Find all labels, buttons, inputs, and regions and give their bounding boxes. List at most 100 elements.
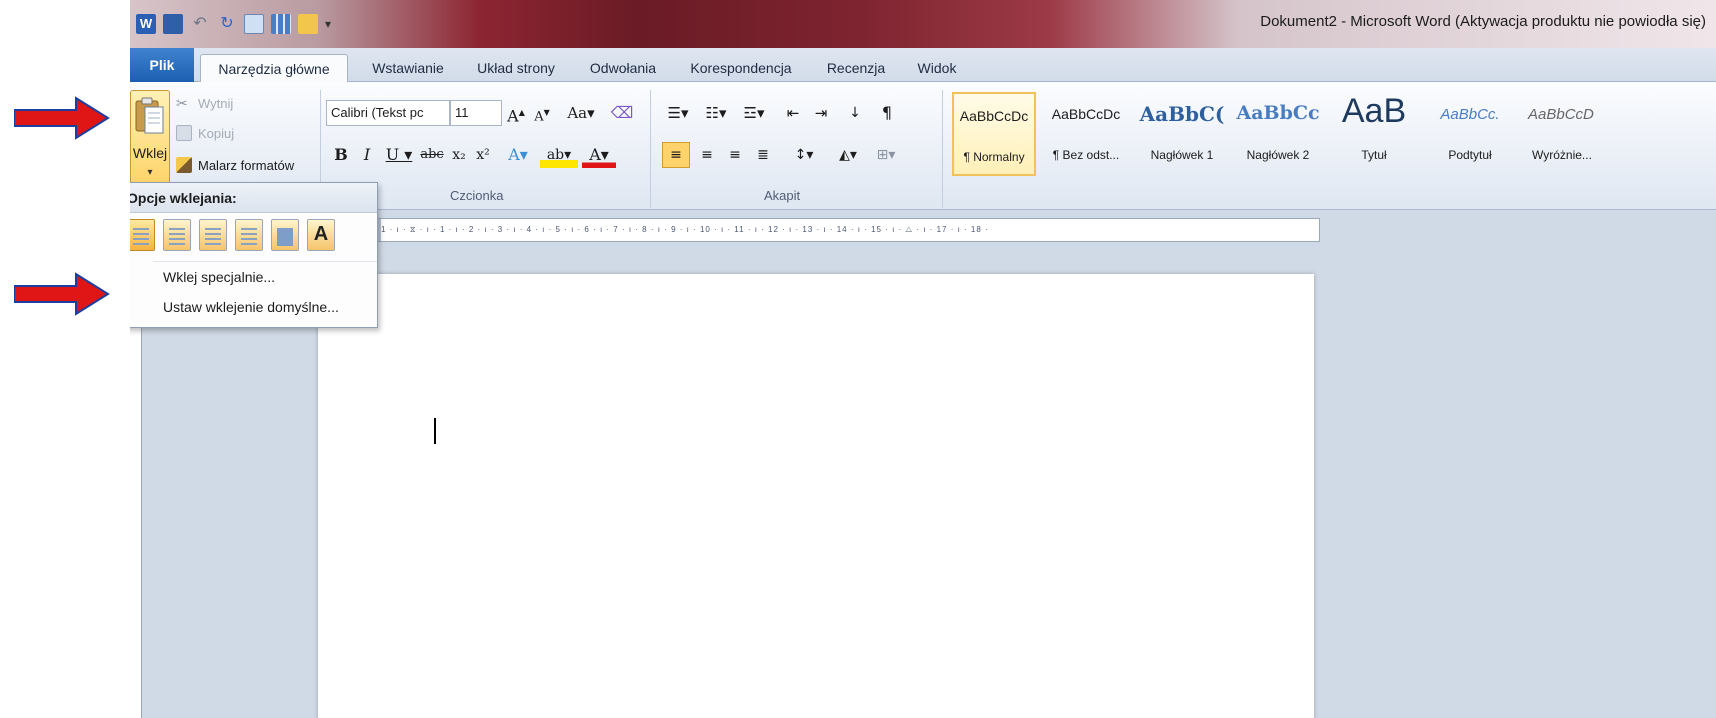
save-icon[interactable] [163,14,183,34]
style-preview: AaB [1341,92,1407,130]
style-name: Nagłówek 2 [1246,148,1310,162]
tab-insert[interactable]: Wstawianie [358,54,458,82]
redo-icon[interactable]: ↻ [217,14,237,34]
text-effects-icon[interactable]: A▾ [502,142,534,168]
set-default-paste-item[interactable]: Ustaw wklejenie domyślne... [163,299,339,315]
multilevel-list-icon[interactable]: ☲▾ [736,100,772,126]
style-preview: AaBbCc [1236,102,1320,124]
group-separator [650,90,651,208]
style-emphasis[interactable]: AaBbCcD Wyróżnie... [1520,92,1716,176]
screenshot-root: W ↶ ↻ ▾ Dokument2 - Microsoft Word (Akty… [0,0,1716,718]
paste-label: Wklej [132,145,168,161]
format-painter-button[interactable]: Malarz formatów [176,154,294,176]
tab-references[interactable]: Odwołania [578,54,668,82]
cut-button[interactable]: ✂ Wytnij [176,92,233,114]
vertical-ruler[interactable] [130,308,142,718]
paste-options-menu: Opcje wklejania: A Wklej specjalnie... U… [130,182,378,328]
open-folder-icon[interactable] [298,14,318,34]
brush-icon [176,157,192,173]
show-formatting-icon[interactable]: ¶ [874,100,900,126]
ribbon-tabs: Plik Narzędzia główne Wstawianie Układ s… [130,48,1716,83]
font-size-box[interactable]: 11 [450,100,502,126]
keep-source-formatting-icon[interactable] [130,219,155,251]
style-name: Tytuł [1361,148,1387,162]
bold-icon[interactable]: B [330,142,352,168]
quick-access-toolbar: W ↶ ↻ ▾ [136,6,335,42]
chevron-down-icon: ▾ [147,167,153,178]
bullets-icon[interactable]: ☰▾ [660,100,696,126]
copy-button[interactable]: Kopiuj [176,122,234,144]
print-preview-icon[interactable] [244,14,264,34]
style-name: ¶ Bez odst... [1052,148,1120,162]
group-separator [942,90,943,208]
shading-icon[interactable]: ◭▾ [830,142,866,168]
keep-text-only-icon[interactable]: A [307,219,335,251]
decrease-indent-icon[interactable]: ⇤ [780,100,806,126]
red-arrow-icon [14,96,110,140]
highlight-icon[interactable]: ab▾ [540,142,578,168]
scissors-icon: ✂ [176,95,188,111]
sort-icon[interactable]: ↓ [842,100,868,126]
superscript-icon[interactable]: x² [472,142,494,168]
increase-indent-icon[interactable]: ⇥ [808,100,834,126]
styles-gallery: AaBbCcDc ¶ Normalny AaBbCcDc ¶ Bez odst.… [952,92,1716,176]
tab-review[interactable]: Recenzja [816,54,896,82]
style-preview: AaBbCc. [1440,106,1500,123]
change-case-icon[interactable]: Aa▾ [564,100,598,126]
numbering-icon[interactable]: ☷▾ [698,100,734,126]
style-name: ¶ Normalny [963,150,1025,164]
clear-formatting-icon[interactable]: ⌫ [608,100,636,126]
style-preview: AaBbC( [1139,102,1225,126]
window-title: Dokument2 - Microsoft Word (Aktywacja pr… [1260,13,1706,30]
copy-label: Kopiuj [198,125,235,141]
customize-toolbar-icon[interactable]: ▾ [325,14,335,34]
format-painter-label: Malarz formatów [198,157,295,173]
tab-page-layout[interactable]: Układ strony [466,54,566,82]
style-heading-1[interactable]: AaBbC( Nagłówek 1 [1136,92,1228,176]
font-color-icon[interactable]: A▾ [582,142,616,168]
style-preview: AaBbCcDc [1051,106,1121,122]
document-page[interactable] [318,274,1314,718]
tab-plik[interactable]: Plik [130,48,194,82]
borders-icon[interactable]: ⊞▾ [868,142,904,168]
link-and-keep-formatting-icon[interactable] [235,219,263,251]
menu-separator [153,261,377,262]
style-heading-2[interactable]: AaBbCc Nagłówek 2 [1232,92,1324,176]
style-title[interactable]: AaB Tytuł [1328,92,1420,176]
tab-home[interactable]: Narzędzia główne [200,54,348,83]
style-no-spacing[interactable]: AaBbCcDc ¶ Bez odst... [1040,92,1132,176]
paste-options-icons: A [130,219,335,253]
justify-icon[interactable]: ≣ [750,142,776,168]
paragraph-group-label: Akapit [764,188,801,203]
align-left-icon[interactable]: ≡ [662,142,690,168]
align-right-icon[interactable]: ≡ [722,142,748,168]
align-center-icon[interactable]: ≡ [694,142,720,168]
italic-icon[interactable]: I [356,142,378,168]
paste-picture-icon[interactable] [271,219,299,251]
subscript-icon[interactable]: x₂ [448,142,470,168]
word-app-icon[interactable]: W [136,14,156,34]
ruler-ticks: 1 · ı · ⧖ · ı · 1 · ı · 2 · ı · 3 · ı · … [381,225,989,234]
undo-icon[interactable]: ↶ [190,14,210,34]
horizontal-ruler[interactable]: 1 · ı · ⧖ · ı · 1 · ı · 2 · ı · 3 · ı · … [320,218,1320,242]
paste-special-item[interactable]: Wklej specjalnie... [163,269,275,285]
tab-view[interactable]: Widok [906,54,968,82]
paste-button[interactable]: Wklej ▾ [130,90,170,190]
table-icon[interactable] [271,14,291,34]
merge-formatting-icon[interactable] [163,219,191,251]
style-name: Podtytuł [1448,148,1492,162]
clipboard-icon [135,97,164,134]
line-spacing-icon[interactable]: ↕▾ [786,142,822,168]
tab-mailings[interactable]: Korespondencja [676,54,806,82]
grow-font-icon[interactable]: A▲ [504,100,528,126]
strikethrough-icon[interactable]: abc [418,142,446,168]
cut-label: Wytnij [198,95,234,111]
use-destination-styles-icon[interactable] [199,219,227,251]
underline-icon[interactable]: U ▾ [382,142,416,168]
style-subtitle[interactable]: AaBbCc. Podtytuł [1424,92,1516,176]
style-normal[interactable]: AaBbCcDc ¶ Normalny [952,92,1036,176]
style-name: Nagłówek 1 [1150,148,1214,162]
font-name-box[interactable]: Calibri (Tekst pc [326,100,450,126]
shrink-font-icon[interactable]: A▼ [530,100,554,126]
red-arrow-icon [14,272,110,316]
